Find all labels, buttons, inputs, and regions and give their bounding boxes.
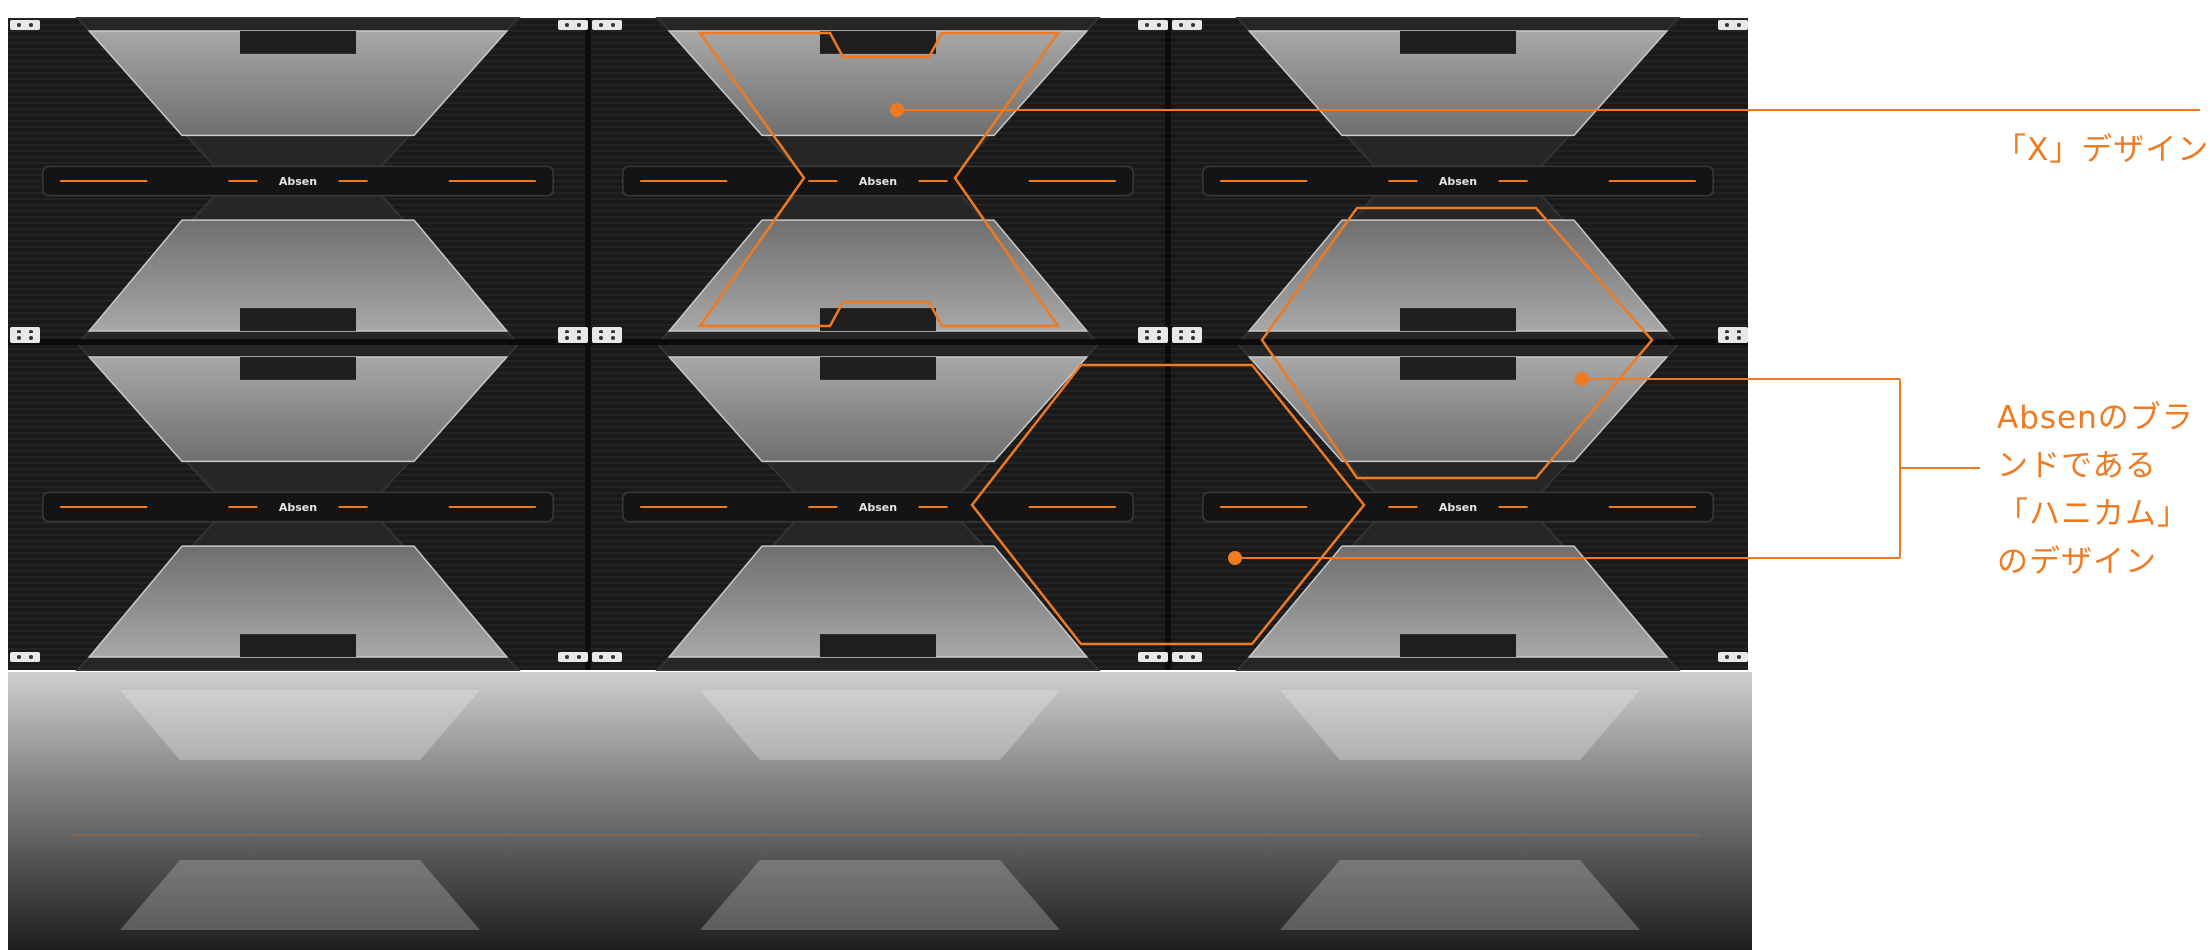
glass-notch — [240, 308, 356, 331]
mounting-bracket — [1718, 652, 1748, 662]
honeycomb-design-label: Absenのブラ ンドである 「ハニカム」 のデザイン — [1997, 394, 2194, 586]
bracket-screw — [599, 23, 603, 27]
bracket-screw — [1179, 655, 1183, 659]
absen-logo: Absen — [1439, 175, 1477, 188]
mounting-bracket — [1138, 20, 1168, 30]
bracket-screw — [17, 336, 21, 340]
mounting-bracket — [1172, 20, 1202, 30]
glass-notch — [240, 357, 356, 380]
bracket-screw — [1145, 23, 1149, 27]
bracket-screw — [1725, 336, 1729, 340]
bracket-screw — [17, 23, 21, 27]
bracket-screw — [1157, 655, 1161, 659]
glass-notch — [1400, 31, 1516, 54]
mounting-bracket — [558, 652, 588, 662]
bracket-screw — [577, 655, 581, 659]
bracket-screw — [29, 655, 33, 659]
mounting-bracket — [558, 333, 588, 343]
bracket-screw — [565, 655, 569, 659]
bracket-screw — [565, 23, 569, 27]
bracket-screw — [1737, 655, 1741, 659]
bracket-screw — [1157, 23, 1161, 27]
mounting-bracket — [10, 20, 40, 30]
x-design-label: 「X」デザイン — [1995, 132, 2210, 168]
bracket-screw — [1737, 336, 1741, 340]
bracket-screw — [1179, 336, 1183, 340]
mounting-bracket — [1138, 652, 1168, 662]
mounting-bracket — [1172, 652, 1202, 662]
glass-notch — [1400, 634, 1516, 657]
mounting-bracket — [558, 20, 588, 30]
absen-logo: Absen — [1439, 501, 1477, 514]
bracket-screw — [1737, 23, 1741, 27]
mounting-bracket — [592, 333, 622, 343]
bracket-screw — [17, 655, 21, 659]
absen-logo: Absen — [859, 175, 897, 188]
glass-notch — [820, 31, 936, 54]
bracket-screw — [1145, 655, 1149, 659]
bracket-screw — [1145, 336, 1149, 340]
bracket-screw — [611, 655, 615, 659]
honeycomb-label-line: のデザイン — [1997, 544, 2157, 580]
honeycomb-label-line: Absenのブラ — [1997, 400, 2194, 436]
mounting-bracket — [592, 652, 622, 662]
absen-logo: Absen — [279, 501, 317, 514]
bracket-screw — [611, 336, 615, 340]
bracket-screw — [577, 336, 581, 340]
bracket-screw — [1191, 336, 1195, 340]
mounting-bracket — [1718, 20, 1748, 30]
mounting-bracket — [1172, 333, 1202, 343]
bracket-screw — [1157, 336, 1161, 340]
mounting-bracket — [1138, 333, 1168, 343]
glass-notch — [240, 634, 356, 657]
honeycomb-label-line: ンドである — [1997, 448, 2157, 484]
glass-notch — [240, 31, 356, 54]
absen-logo: Absen — [859, 501, 897, 514]
bracket-screw — [29, 336, 33, 340]
glass-notch — [1400, 357, 1516, 380]
bracket-screw — [1179, 23, 1183, 27]
mounting-bracket — [10, 652, 40, 662]
absen-logo: Absen — [279, 175, 317, 188]
bracket-screw — [577, 23, 581, 27]
bracket-screw — [599, 655, 603, 659]
mounting-bracket — [10, 333, 40, 343]
glass-notch — [1400, 308, 1516, 331]
honeycomb-label-line: 「ハニカム」 — [1997, 496, 2189, 532]
led-wall-illustration: Absen Absen Absen Absen Absen Absen — [8, 17, 2200, 950]
bracket-screw — [29, 23, 33, 27]
glass-notch — [820, 634, 936, 657]
mounting-bracket — [1718, 333, 1748, 343]
mounting-bracket — [592, 20, 622, 30]
bracket-screw — [1191, 23, 1195, 27]
bracket-screw — [1191, 655, 1195, 659]
glass-notch — [820, 357, 936, 380]
bracket-screw — [1725, 655, 1729, 659]
bracket-screw — [565, 336, 569, 340]
bracket-screw — [1725, 23, 1729, 27]
bracket-screw — [611, 23, 615, 27]
bracket-screw — [599, 336, 603, 340]
